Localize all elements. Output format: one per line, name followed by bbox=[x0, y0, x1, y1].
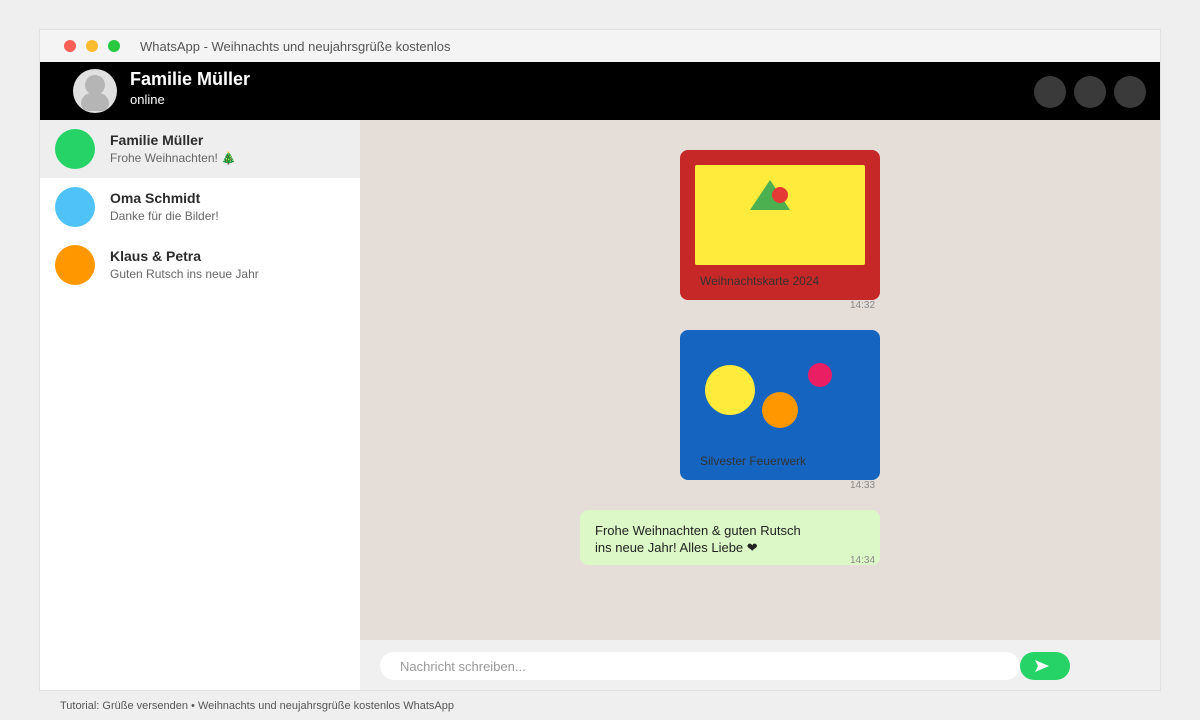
message-timestamp: 14:32 bbox=[850, 300, 876, 311]
firework-burst-icon bbox=[808, 363, 832, 387]
firework-burst-icon bbox=[705, 365, 755, 415]
contact-name[interactable]: Familie Müller bbox=[130, 69, 250, 90]
send-button[interactable] bbox=[1020, 652, 1070, 680]
send-arrow-icon bbox=[1035, 660, 1049, 672]
chat-avatar bbox=[55, 245, 95, 285]
contact-avatar[interactable] bbox=[73, 69, 117, 113]
image-caption: Silvester Feuerwerk bbox=[700, 454, 807, 468]
app-window: WhatsApp - Weihnachts und neujahrsgrüße … bbox=[40, 30, 1160, 690]
close-window-button[interactable] bbox=[64, 40, 76, 52]
chat-preview: Frohe Weihnachten! 🎄 bbox=[110, 151, 237, 165]
avatar-body-icon bbox=[81, 93, 109, 111]
chat-name: Oma Schmidt bbox=[110, 190, 201, 206]
image-caption: Weihnachtskarte 2024 bbox=[700, 274, 820, 288]
header-action-button-3[interactable] bbox=[1114, 76, 1146, 108]
chat-list-item-oma-schmidt[interactable]: Oma Schmidt Danke für die Bilder! bbox=[40, 178, 360, 236]
message-input[interactable] bbox=[380, 652, 1020, 680]
maximize-window-button[interactable] bbox=[108, 40, 120, 52]
chat-preview: Guten Rutsch ins neue Jahr bbox=[110, 267, 259, 281]
header-action-button-1[interactable] bbox=[1034, 76, 1066, 108]
message-text: Frohe Weihnachten & guten Rutsch ins neu… bbox=[595, 522, 825, 556]
image-message-christmas-card[interactable]: Weihnachtskarte 2024 bbox=[680, 150, 880, 300]
chat-name: Familie Müller bbox=[110, 132, 204, 148]
chat-avatar bbox=[55, 187, 95, 227]
chat-name: Klaus & Petra bbox=[110, 248, 202, 264]
window-title: WhatsApp - Weihnachts und neujahrsgrüße … bbox=[140, 39, 451, 54]
footer-caption: Tutorial: Grüße versenden • Weihnachts u… bbox=[60, 700, 454, 712]
title-bar: WhatsApp - Weihnachts und neujahrsgrüße … bbox=[40, 30, 1160, 63]
conversation-area: Weihnachtskarte 2024 14:32 Silvester Feu… bbox=[360, 120, 1160, 640]
chat-list-item-klaus-petra[interactable]: Klaus & Petra Guten Rutsch ins neue Jahr bbox=[40, 236, 360, 294]
message-line: Frohe Weihnachten & guten Rutsch bbox=[595, 523, 801, 538]
contact-status: online bbox=[130, 92, 165, 107]
chat-list-item-familie-mueller[interactable]: Familie Müller Frohe Weihnachten! 🎄 bbox=[40, 120, 360, 178]
composer-bar bbox=[360, 640, 1160, 690]
firework-burst-icon bbox=[762, 392, 798, 428]
message-timestamp: 14:33 bbox=[850, 480, 876, 491]
mountain-sun-image bbox=[695, 165, 865, 265]
chat-header: Familie Müller online bbox=[40, 62, 1160, 120]
header-action-button-2[interactable] bbox=[1074, 76, 1106, 108]
minimize-window-button[interactable] bbox=[86, 40, 98, 52]
sun-icon bbox=[772, 187, 788, 203]
image-message-fireworks[interactable]: Silvester Feuerwerk bbox=[680, 330, 880, 480]
chat-list: Familie Müller Frohe Weihnachten! 🎄 Oma … bbox=[40, 120, 360, 690]
text-message-bubble[interactable]: Frohe Weihnachten & guten Rutsch ins neu… bbox=[580, 510, 880, 565]
message-timestamp: 14:34 bbox=[850, 555, 876, 566]
chat-avatar bbox=[55, 129, 95, 169]
message-line: ins neue Jahr! Alles Liebe ❤ bbox=[595, 540, 758, 555]
chat-preview: Danke für die Bilder! bbox=[110, 209, 219, 223]
avatar-head-icon bbox=[85, 75, 105, 95]
